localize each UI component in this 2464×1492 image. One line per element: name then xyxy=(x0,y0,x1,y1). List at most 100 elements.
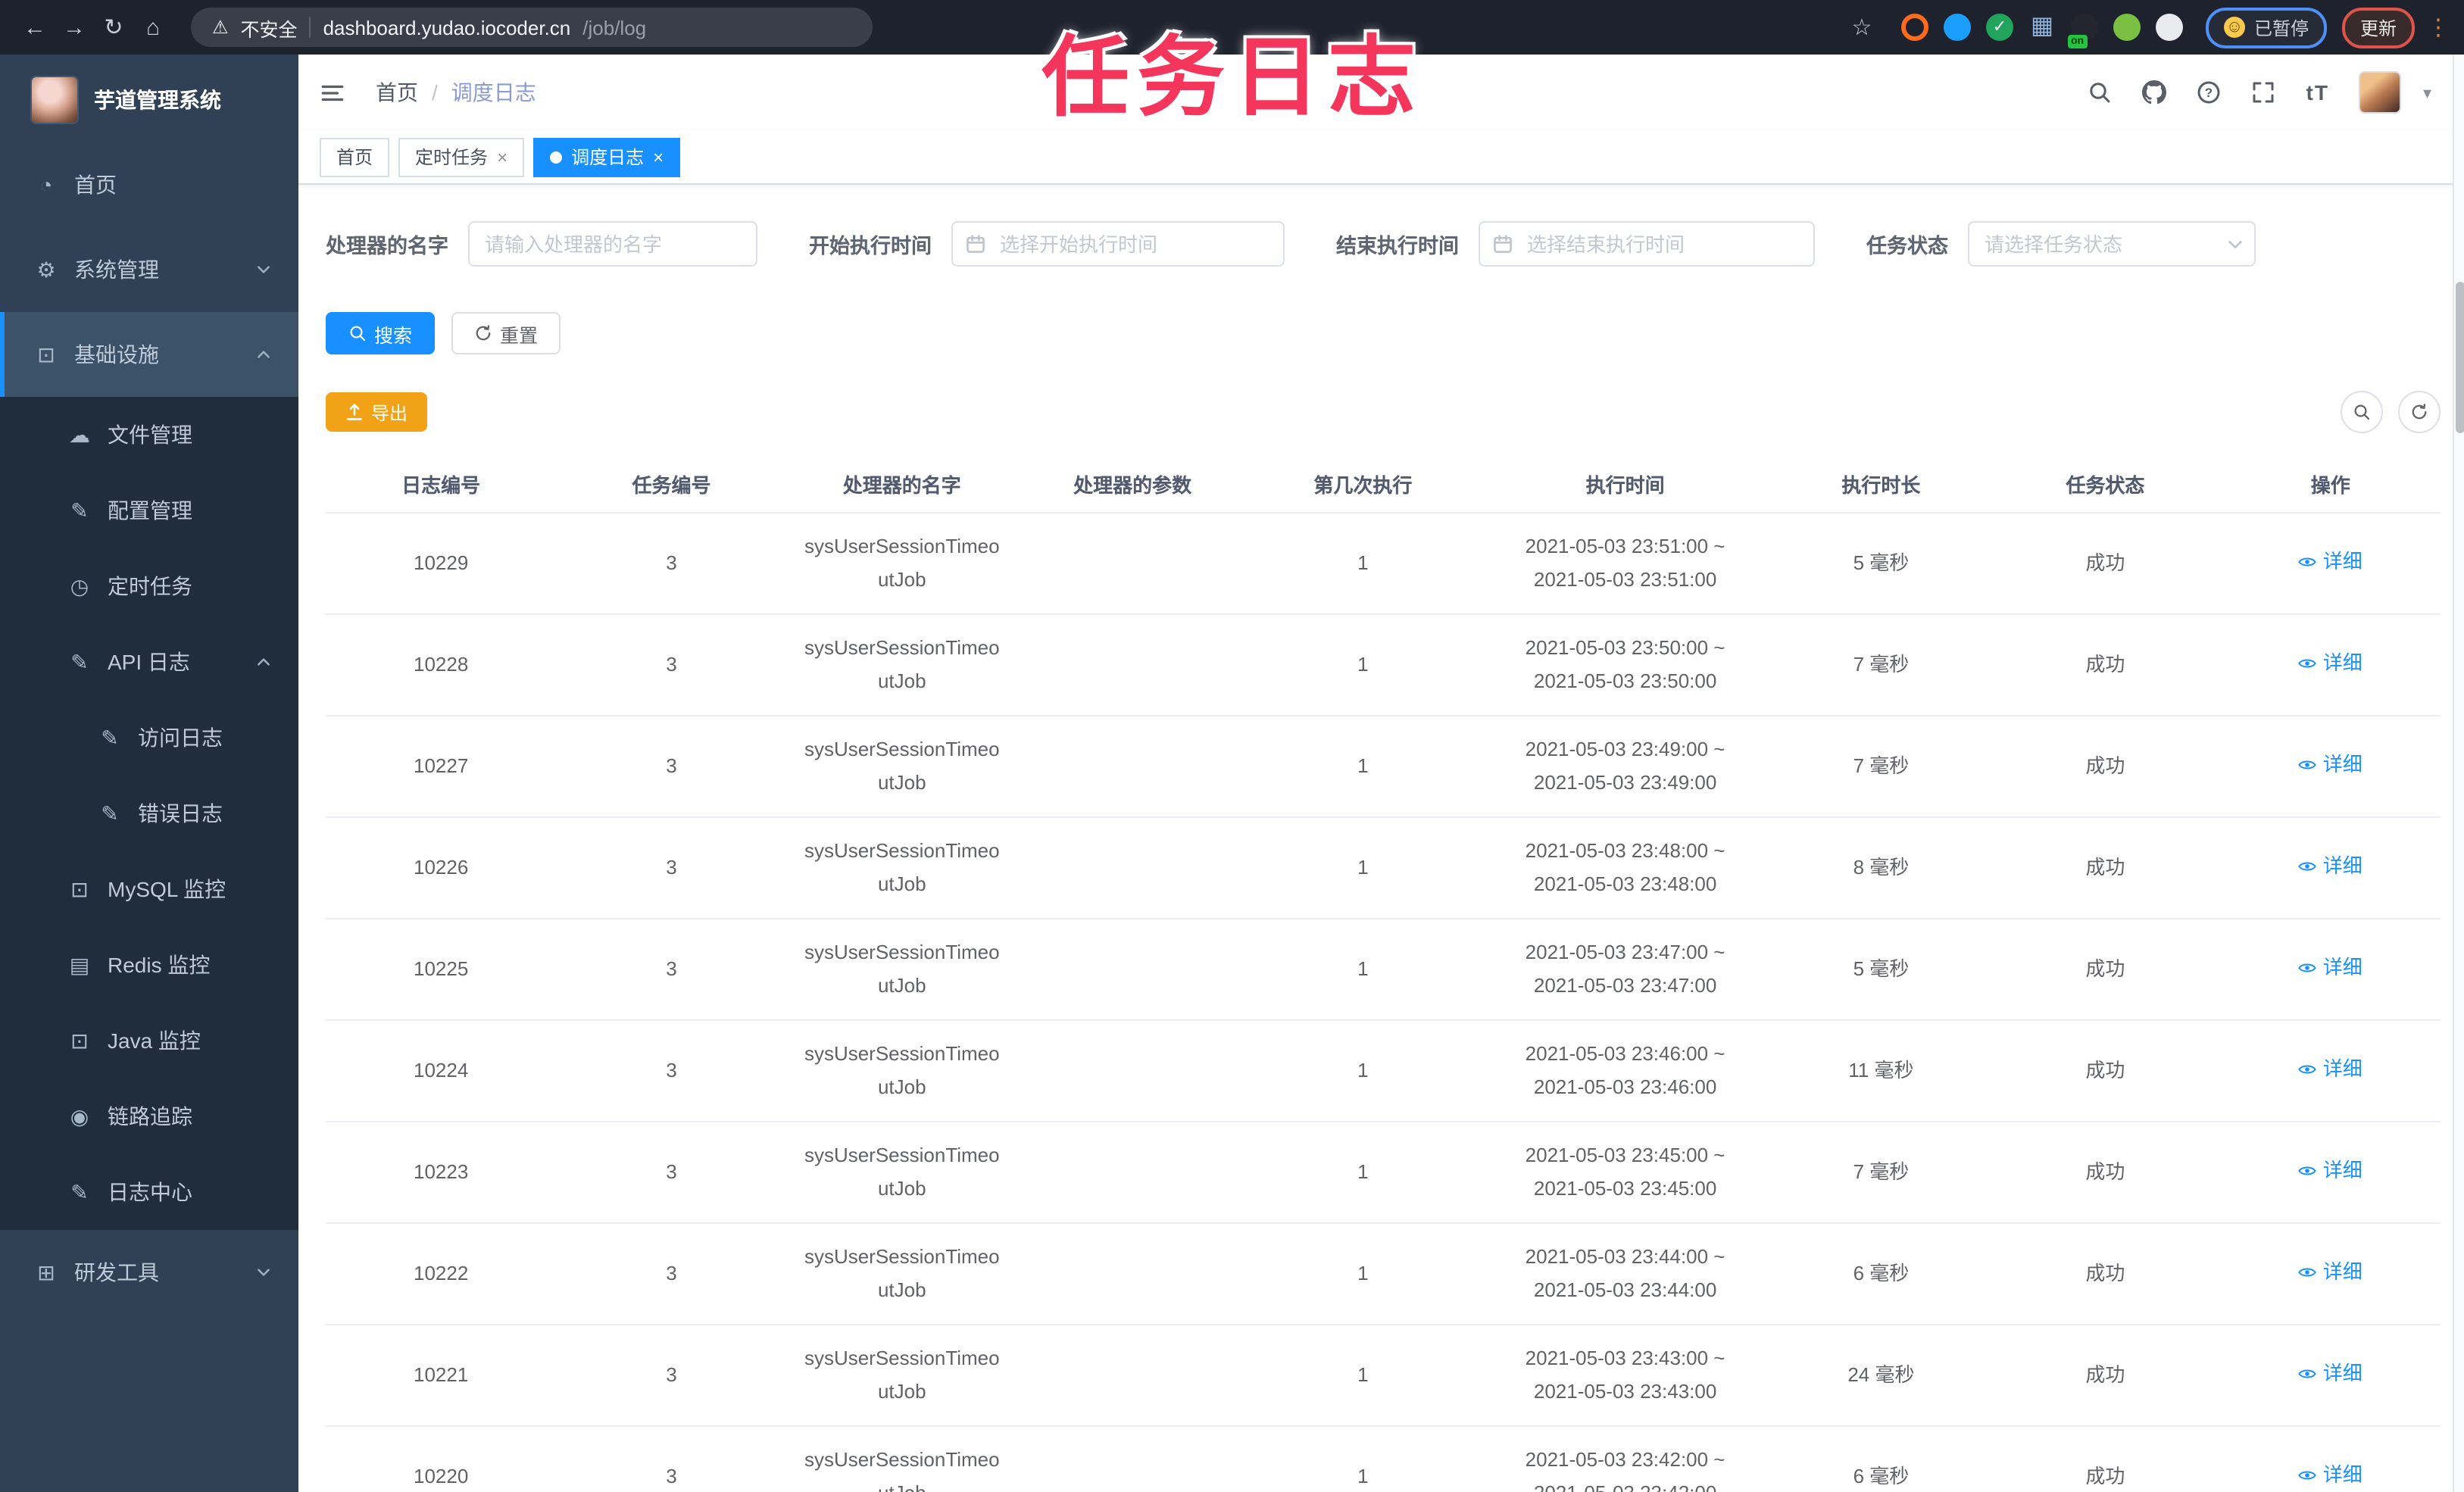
grid-ext-icon[interactable]: ▦ xyxy=(2028,14,2056,41)
hamburger-icon[interactable] xyxy=(320,80,345,105)
close-icon[interactable]: × xyxy=(497,146,507,167)
user-avatar[interactable] xyxy=(2359,71,2402,114)
eye-icon xyxy=(2299,1263,2317,1281)
sidebar-item-log-center[interactable]: ✎ 日志中心 xyxy=(0,1154,298,1230)
detail-link[interactable]: 详细 xyxy=(2299,951,2363,984)
table-row[interactable]: 10222 3 sysUserSessionTimeoutJob 1 2021-… xyxy=(326,1222,2441,1325)
tab-job-log[interactable]: 调度日志 × xyxy=(533,137,681,176)
puzzle-ext-icon[interactable] xyxy=(2155,14,2183,41)
browser-menu-icon[interactable]: ⋮ xyxy=(2427,14,2450,41)
detail-link[interactable]: 详细 xyxy=(2299,850,2363,882)
detail-link-label: 详细 xyxy=(2322,1462,2363,1486)
table-row[interactable]: 10223 3 sysUserSessionTimeoutJob 1 2021-… xyxy=(326,1121,2441,1223)
detail-link[interactable]: 详细 xyxy=(2299,647,2363,679)
browser-update-button[interactable]: 更新 xyxy=(2341,7,2415,48)
adblock-ext-icon[interactable] xyxy=(1900,14,1928,41)
forward-icon[interactable]: → xyxy=(55,8,94,47)
sidebar-item-mysql-monitor[interactable]: ⊡ MySQL 监控 xyxy=(0,851,298,927)
sidebar-item-label: 文件管理 xyxy=(108,423,192,447)
sidebar-item-tracing[interactable]: ◉ 链路追踪 xyxy=(0,1078,298,1154)
chevron-up-icon xyxy=(256,654,271,670)
cell-log-id: 10220 xyxy=(326,1425,557,1492)
table-row[interactable]: 10225 3 sysUserSessionTimeoutJob 1 2021-… xyxy=(326,918,2441,1020)
sidebar-item-error-log[interactable]: ✎ 错误日志 xyxy=(0,776,298,851)
github-icon[interactable] xyxy=(2142,80,2167,105)
chevron-down-icon xyxy=(256,262,271,277)
cloud-icon: ☁ xyxy=(69,422,90,446)
table-row[interactable]: 10221 3 sysUserSessionTimeoutJob 1 2021-… xyxy=(326,1324,2441,1426)
monitor-icon: ⊡ xyxy=(70,876,89,901)
table-row[interactable]: 10228 3 sysUserSessionTimeoutJob 1 2021-… xyxy=(326,613,2441,716)
on-badge: on xyxy=(2067,35,2088,48)
detail-link-label: 详细 xyxy=(2322,854,2363,877)
vpn-ext-icon[interactable] xyxy=(1943,14,1971,41)
verified-ext-icon[interactable]: ✓ xyxy=(1985,14,2013,41)
edit-icon: ✎ xyxy=(70,1179,89,1203)
detail-link[interactable]: 详细 xyxy=(2299,1459,2363,1491)
leaf-ext-icon[interactable] xyxy=(2113,14,2141,41)
detail-link[interactable]: 详细 xyxy=(2299,1053,2363,1085)
job-status-input[interactable] xyxy=(1968,221,2256,267)
sidebar-item-file-management[interactable]: ☁ 文件管理 xyxy=(0,397,298,473)
end-time-input[interactable] xyxy=(1479,221,1815,267)
cell-status: 成功 xyxy=(1990,1019,2221,1122)
sidebar-item-api-log[interactable]: ✎ API 日志 xyxy=(0,624,298,700)
col-actions: 操作 xyxy=(2220,457,2441,513)
fullscreen-icon[interactable] xyxy=(2252,80,2276,105)
reload-icon[interactable]: ↻ xyxy=(94,8,133,47)
font-size-icon[interactable]: tT xyxy=(2306,80,2329,105)
export-button[interactable]: 导出 xyxy=(326,392,428,432)
search-icon[interactable] xyxy=(2088,80,2113,105)
sidebar-item-access-log[interactable]: ✎ 访问日志 xyxy=(0,700,298,776)
start-time-input[interactable] xyxy=(951,221,1285,267)
tab-scheduled-task[interactable]: 定时任务 × xyxy=(398,137,525,176)
detail-link[interactable]: 详细 xyxy=(2299,1154,2363,1187)
detail-link[interactable]: 详细 xyxy=(2299,545,2363,578)
handler-name-input[interactable] xyxy=(468,221,757,267)
home-icon[interactable]: ⌂ xyxy=(133,8,173,47)
close-icon[interactable]: × xyxy=(653,146,664,167)
eye-icon xyxy=(2299,1161,2317,1179)
sidebar-item-infrastructure[interactable]: ⊡ 基础设施 xyxy=(0,312,298,397)
table-refresh-button[interactable] xyxy=(2398,391,2441,433)
help-icon[interactable]: ? xyxy=(2197,80,2222,105)
table-row[interactable]: 10224 3 sysUserSessionTimeoutJob 1 2021-… xyxy=(326,1019,2441,1122)
breadcrumb-home[interactable]: 首页 xyxy=(376,77,418,108)
search-button[interactable]: 搜索 xyxy=(326,312,436,354)
app-logo[interactable]: 芋道管理系统 xyxy=(0,55,298,142)
reset-button[interactable]: 重置 xyxy=(451,312,561,354)
sidebar-item-redis-monitor[interactable]: ▤ Redis 监控 xyxy=(0,927,298,1003)
active-dot-icon xyxy=(550,151,563,163)
sidebar-item-home[interactable]: ◔ 首页 xyxy=(0,142,298,227)
sidebar-item-java-monitor[interactable]: ⊡ Java 监控 xyxy=(0,1003,298,1078)
cell-execute-index: 1 xyxy=(1248,1121,1479,1223)
cell-handler-name: sysUserSessionTimeoutJob xyxy=(786,715,1017,817)
table-row[interactable]: 10220 3 sysUserSessionTimeoutJob 1 2021-… xyxy=(326,1425,2441,1492)
proxy-ext-icon[interactable]: on xyxy=(2067,14,2098,48)
detail-link[interactable]: 详细 xyxy=(2299,748,2363,781)
cell-handler-param xyxy=(1017,1121,1248,1223)
bookmark-star-icon[interactable]: ☆ xyxy=(1842,8,1882,47)
sidebar-item-dev-tools[interactable]: ⊞ 研发工具 xyxy=(0,1230,298,1315)
table-tools xyxy=(2341,391,2441,433)
sidebar-item-scheduled-task[interactable]: ◷ 定时任务 xyxy=(0,548,298,624)
sidebar-item-config-management[interactable]: ✎ 配置管理 xyxy=(0,473,298,548)
scrollbar-thumb[interactable] xyxy=(2456,282,2464,433)
cell-handler-param xyxy=(1017,918,1248,1020)
extension-paused-badge[interactable]: ☺ 已暂停 xyxy=(2205,7,2327,48)
back-icon[interactable]: ← xyxy=(15,8,55,47)
table-row[interactable]: 10227 3 sysUserSessionTimeoutJob 1 2021-… xyxy=(326,715,2441,817)
address-bar[interactable]: ⚠ 不安全 dashboard.yudao.iocoder.cn/job/log xyxy=(191,8,873,47)
avatar-caret-icon[interactable]: ▾ xyxy=(2423,83,2431,102)
tab-home[interactable]: 首页 xyxy=(320,137,390,176)
cell-execute-index: 1 xyxy=(1248,512,1479,614)
page-scrollbar[interactable] xyxy=(2453,55,2464,1492)
table-row[interactable]: 10226 3 sysUserSessionTimeoutJob 1 2021-… xyxy=(326,816,2441,919)
detail-link[interactable]: 详细 xyxy=(2299,1357,2363,1390)
table-row[interactable]: 10229 3 sysUserSessionTimeoutJob 1 2021-… xyxy=(326,512,2441,614)
eye-icon xyxy=(2299,1465,2317,1484)
form-actions: 搜索 重置 xyxy=(326,312,2441,354)
show-search-toggle-button[interactable] xyxy=(2341,391,2383,433)
detail-link[interactable]: 详细 xyxy=(2299,1256,2363,1288)
sidebar-item-system-management[interactable]: ⚙ 系统管理 xyxy=(0,227,298,312)
